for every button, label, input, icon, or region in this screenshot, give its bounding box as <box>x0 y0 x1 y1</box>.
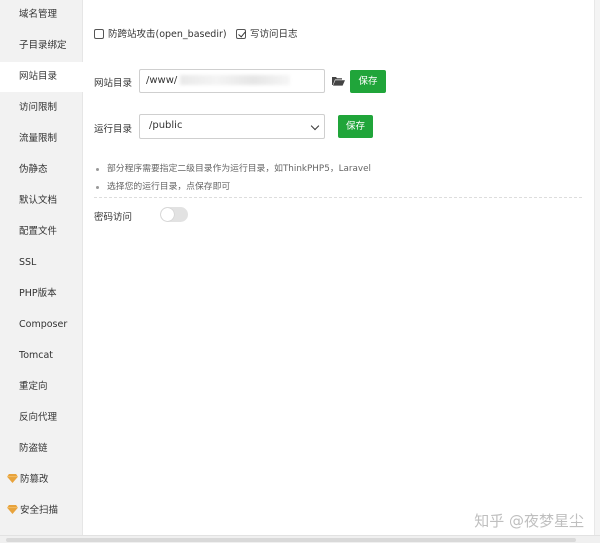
site-dir-save-button[interactable]: 保存 <box>350 70 386 93</box>
sidebar-item-domain[interactable]: 域名管理 <box>0 0 83 30</box>
sidebar-item-label: Composer <box>19 319 68 330</box>
sidebar-item-rewrite[interactable]: 伪静态 <box>0 155 83 185</box>
sidebar-item-label: 重定向 <box>19 381 48 392</box>
run-dir-selected-value: /public <box>149 120 183 131</box>
sidebar-item-default-doc[interactable]: 默认文档 <box>0 186 83 216</box>
sidebar-item-composer[interactable]: Composer <box>0 310 83 340</box>
tip-item: 部分程序需要指定二级目录作为运行目录，如ThinkPHP5，Laravel <box>94 160 584 178</box>
watermark: 知乎 @夜梦星尘 <box>474 512 584 530</box>
run-dir-select[interactable]: /public <box>139 114 325 139</box>
sidebar-item-site-dir[interactable]: 网站目录 <box>0 62 83 92</box>
sidebar-item-label: 流量限制 <box>19 133 58 144</box>
horizontal-scrollbar[interactable] <box>0 535 600 543</box>
sidebar-item-security-scan[interactable]: 安全扫描 <box>0 496 83 526</box>
scrollbar-thumb[interactable] <box>6 538 576 542</box>
sidebar-item-config-file[interactable]: 配置文件 <box>0 217 83 247</box>
sidebar-item-label: 防盗链 <box>19 443 48 454</box>
site-dir-panel: 防跨站攻击(open_basedir) 写访问日志 网站目录 /www/ 保存 … <box>83 0 594 543</box>
anti-cross-site-checkbox[interactable] <box>94 28 104 39</box>
sidebar-item-label: 反向代理 <box>19 412 58 423</box>
anti-cross-site-label: 防跨站攻击(open_basedir) <box>108 29 227 40</box>
sidebar-item-php-version[interactable]: PHP版本 <box>0 279 83 309</box>
redacted-path <box>180 75 291 85</box>
access-log-checkbox[interactable] <box>236 28 246 39</box>
gem-icon <box>7 474 18 483</box>
sidebar-item-subdir-binding[interactable]: 子目录绑定 <box>0 31 83 61</box>
sidebar-item-label: 域名管理 <box>19 9 58 20</box>
sidebar-item-label: SSL <box>19 257 37 268</box>
tips-list: 部分程序需要指定二级目录作为运行目录，如ThinkPHP5，Laravel 选择… <box>94 160 584 196</box>
sidebar-item-reverse-proxy[interactable]: 反向代理 <box>0 403 83 433</box>
anti-cross-site-option[interactable]: 防跨站攻击(open_basedir) <box>94 28 227 42</box>
sidebar-item-label: Tomcat <box>19 350 54 361</box>
sidebar-item-label: 防篡改 <box>20 474 49 485</box>
access-log-option[interactable]: 写访问日志 <box>236 28 298 42</box>
access-log-label: 写访问日志 <box>250 29 298 40</box>
tip-item: 选择您的运行目录，点保存即可 <box>94 178 584 196</box>
password-access-label: 密码访问 <box>94 212 133 223</box>
sidebar-item-label: 配置文件 <box>19 226 58 237</box>
site-dir-value: /www/ <box>146 75 178 86</box>
toggle-knob <box>161 208 174 221</box>
site-dir-input[interactable]: /www/ <box>139 69 325 93</box>
sidebar-item-access-limit[interactable]: 访问限制 <box>0 93 83 123</box>
divider <box>94 197 582 198</box>
sidebar-item-label: 网站目录 <box>19 71 58 82</box>
sidebar-item-label: 默认文档 <box>19 195 58 206</box>
sidebar-item-label: 访问限制 <box>19 102 58 113</box>
sidebar-item-ssl[interactable]: SSL <box>0 248 83 278</box>
chevron-down-icon <box>310 121 320 131</box>
gem-icon <box>7 505 18 514</box>
vertical-scrollbar[interactable] <box>594 0 600 535</box>
password-access-toggle[interactable] <box>160 207 188 222</box>
run-dir-label: 运行目录 <box>94 124 133 135</box>
run-dir-save-button[interactable]: 保存 <box>338 115 373 138</box>
sidebar-item-redirect[interactable]: 重定向 <box>0 372 83 402</box>
sidebar-item-traffic-limit[interactable]: 流量限制 <box>0 124 83 154</box>
folder-open-icon[interactable] <box>332 76 345 86</box>
sidebar-item-label: 伪静态 <box>19 164 48 175</box>
sidebar-item-label: 子目录绑定 <box>19 40 67 51</box>
sidebar-item-label: 安全扫描 <box>20 505 59 516</box>
sidebar-item-tomcat[interactable]: Tomcat <box>0 341 83 371</box>
sidebar: 域名管理 子目录绑定 网站目录 访问限制 流量限制 伪静态 默认文档 配置文件 … <box>0 0 83 543</box>
sidebar-item-tamper-proof[interactable]: 防篡改 <box>0 465 83 495</box>
sidebar-item-label: PHP版本 <box>19 288 57 299</box>
sidebar-item-hotlink-protection[interactable]: 防盗链 <box>0 434 83 464</box>
site-dir-label: 网站目录 <box>94 78 133 89</box>
